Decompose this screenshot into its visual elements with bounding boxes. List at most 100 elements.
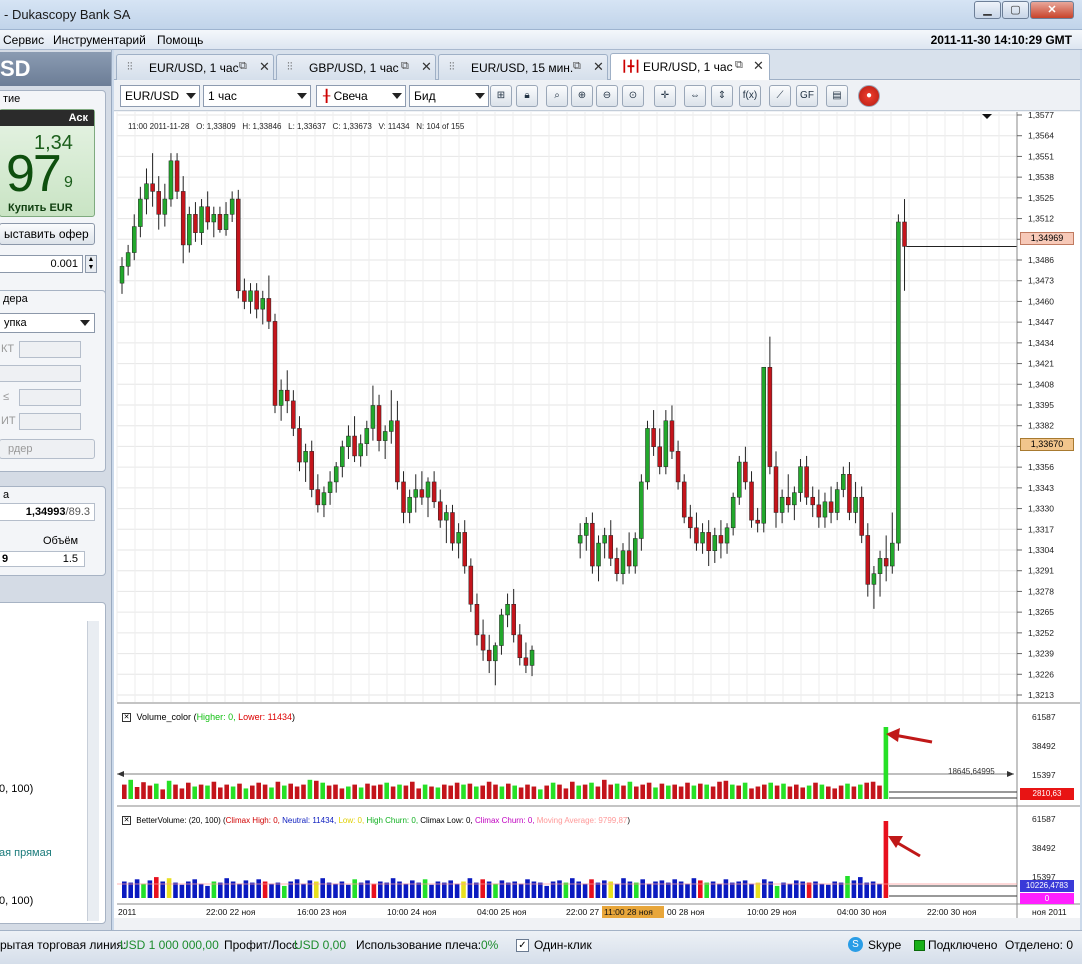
time-tick: 00 28 ноя: [667, 907, 705, 917]
pl-label: Профит/Лосс: [224, 938, 298, 952]
popout-icon[interactable]: ⧉: [573, 60, 581, 73]
price-tick: 1,3473: [1028, 276, 1054, 286]
vol1-higher: Higher: 0,: [196, 712, 236, 722]
zoom-out-icon[interactable]: ⊖: [596, 85, 618, 107]
sl-input[interactable]: [19, 341, 81, 358]
zoom-reset-icon[interactable]: ⊙: [622, 85, 644, 107]
indicator-item-3[interactable]: 0, 100): [0, 895, 33, 907]
volume-bar: [422, 879, 428, 898]
side-select[interactable]: Бид: [409, 85, 489, 107]
minimize-button[interactable]: ▁: [974, 1, 1001, 19]
volume-bar: [128, 779, 133, 799]
candle-body: [376, 405, 382, 441]
chart-area[interactable]: 61587 38492 15397 61587 38492 15397 1,3577 1,…: [114, 112, 1080, 918]
volume-bar: [352, 879, 357, 898]
vertical-line-icon[interactable]: ⇕: [711, 85, 733, 107]
price-tick: 1,3330: [1028, 504, 1054, 514]
tab-eurusd-15m[interactable]: ⫶⫶ EUR/USD, 15 мин. ⧉ ✕: [438, 54, 608, 80]
candlestick-chart[interactable]: 615873849215397 615873849215397 1,35771,…: [114, 112, 1080, 918]
lock-icon[interactable]: 🔒︎: [516, 85, 538, 107]
order-type-select[interactable]: упка: [0, 313, 95, 333]
save-template-icon[interactable]: ▤: [826, 85, 848, 107]
popout-icon[interactable]: ⧉: [735, 59, 743, 72]
time-tick: ноя 2011: [1032, 907, 1067, 917]
candle-body: [486, 649, 492, 662]
close-tab-icon[interactable]: ✕: [753, 58, 764, 74]
amount-stepper[interactable]: ▲ ▼: [85, 255, 97, 273]
volume-bar: [410, 781, 415, 799]
tab-eurusd-1h[interactable]: ⫶⫶ EUR/USD, 1 час ⧉ ✕: [116, 54, 274, 80]
close-tab-icon[interactable]: ✕: [421, 59, 432, 75]
place-offer-button[interactable]: ыставить офер: [0, 223, 95, 245]
indicator-item-1[interactable]: 0, 100): [0, 783, 33, 795]
maximize-button[interactable]: ▢: [1002, 1, 1029, 19]
chart-icon: ⫶⫶: [449, 61, 455, 73]
close-indicator-icon[interactable]: ✕: [122, 713, 131, 723]
chevron-down-icon: [80, 320, 90, 326]
volume-bar: [742, 880, 748, 898]
close-tab-icon[interactable]: ✕: [593, 59, 604, 75]
popout-icon[interactable]: ⧉: [401, 60, 409, 73]
volume-bar: [493, 784, 498, 799]
price-tick: 1,3577: [1028, 112, 1054, 120]
volume-bar: [602, 779, 607, 799]
volume-bar: [467, 878, 473, 898]
one-click-checkbox[interactable]: ✓: [516, 939, 529, 952]
instrument-select[interactable]: EUR/USD: [120, 85, 200, 107]
close-tab-icon[interactable]: ✕: [259, 59, 270, 75]
volume-bar: [198, 883, 204, 898]
tab-gbpusd-1h[interactable]: ⫶⫶ GBP/USD, 1 час ⧉ ✕: [276, 54, 436, 80]
menu-tools[interactable]: Инструментарий: [53, 33, 146, 47]
volume-bar: [378, 784, 383, 799]
candle-body: [883, 558, 889, 567]
tab-eurusd-1h-active[interactable]: ┃╋┃ EUR/USD, 1 час ⧉ ✕: [610, 53, 770, 80]
price-input[interactable]: [0, 365, 81, 382]
horizontal-line-icon[interactable]: ⇔: [684, 85, 706, 107]
candle-body: [902, 221, 907, 247]
candle-body: [382, 431, 388, 441]
period-select[interactable]: 1 час: [203, 85, 311, 107]
volume-bar: [179, 788, 185, 799]
menu-help[interactable]: Помощь: [157, 33, 203, 47]
volume-bar: [186, 782, 191, 799]
volume-bar: [858, 877, 863, 898]
candle-body: [694, 527, 699, 544]
crosshair-icon[interactable]: ✛: [654, 85, 676, 107]
candle-body: [785, 496, 791, 506]
stop-icon[interactable]: ●: [858, 85, 880, 107]
zoom-in-icon[interactable]: ⊕: [571, 85, 593, 107]
instrument-title: SD: [0, 56, 31, 81]
close-button[interactable]: ✕: [1030, 1, 1074, 19]
bar-stats-icon[interactable]: ⊞: [490, 85, 512, 107]
skype-label[interactable]: Skype: [868, 938, 901, 952]
volume-bar: [480, 879, 485, 898]
candle-body: [529, 649, 535, 666]
volume-bar: [358, 787, 364, 799]
popout-icon[interactable]: ⧉: [239, 60, 247, 73]
volume-bar: [826, 786, 831, 799]
candle-body: [859, 496, 864, 536]
skype-icon[interactable]: S: [848, 937, 863, 952]
amount-input[interactable]: 0.001: [0, 255, 83, 273]
menu-service[interactable]: Сервис: [3, 33, 44, 47]
volume-bar: [589, 782, 594, 799]
cond-input[interactable]: [19, 389, 81, 406]
line-tools-icon[interactable]: ⟋: [769, 85, 791, 107]
fibonacci-icon[interactable]: GF: [796, 85, 818, 107]
indicators-scrollbar[interactable]: [87, 621, 99, 921]
buy-tile[interactable]: Аск 1,34 97 9 Купить EUR: [0, 109, 95, 217]
depth-section-title: а: [3, 489, 10, 501]
indicator-item-2[interactable]: ая прямая: [0, 847, 52, 859]
volume-bar: [608, 784, 613, 799]
chevron-down-icon: [392, 93, 402, 99]
chart-type-select[interactable]: ╂ Свеча: [316, 85, 406, 107]
volume-bar: [704, 784, 709, 799]
limit-input[interactable]: [19, 413, 81, 430]
close-indicator-icon[interactable]: ✕: [122, 816, 131, 826]
ohlc-low: L: 1,33637: [288, 122, 326, 131]
volume-bar: [864, 782, 869, 799]
submit-order-button[interactable]: рдер: [0, 439, 95, 459]
volume-bar: [672, 879, 677, 898]
zoom-area-icon[interactable]: ⌕: [546, 85, 568, 107]
indicators-icon[interactable]: f(x): [739, 85, 761, 107]
